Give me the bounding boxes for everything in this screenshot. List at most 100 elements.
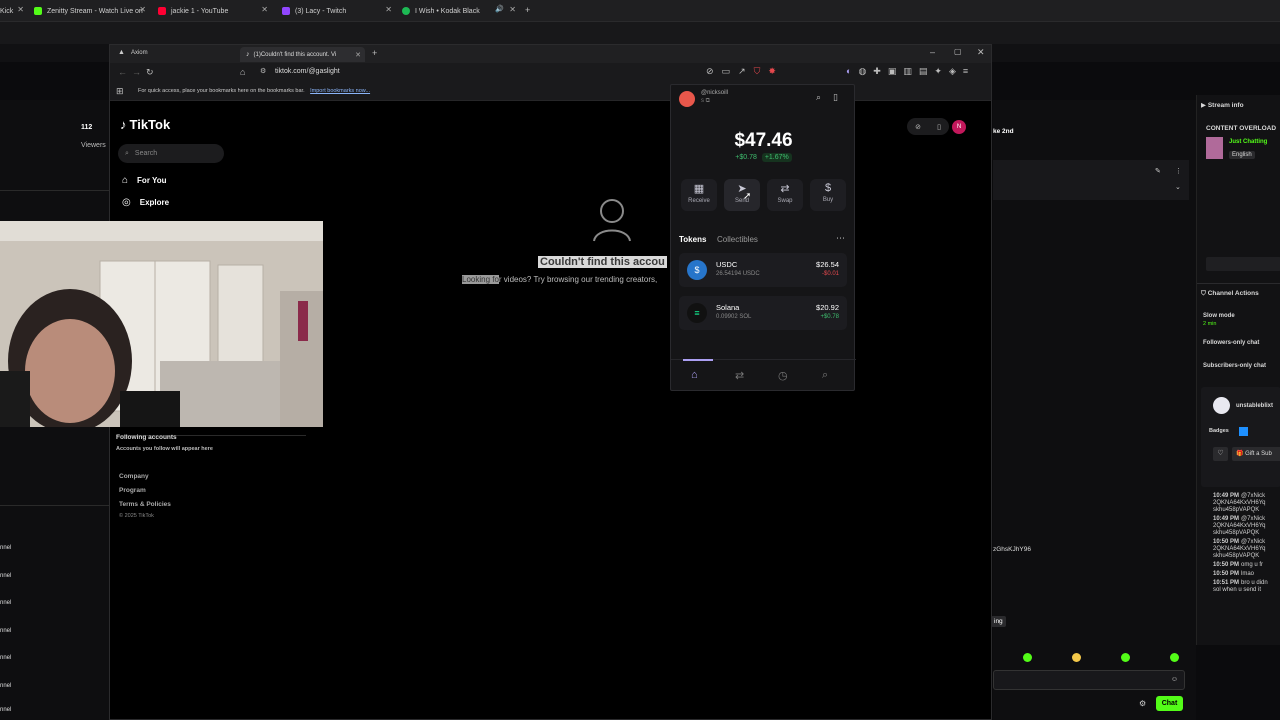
twitch-icon xyxy=(282,7,290,15)
gift-sub-button[interactable]: 🎁 Gift a Sub xyxy=(1232,447,1280,461)
avatar[interactable]: N xyxy=(952,120,966,134)
chat-input[interactable]: ☺ xyxy=(993,670,1185,690)
gear-icon[interactable]: ⚙ xyxy=(1139,699,1146,708)
tab-tiktok[interactable]: ♪ (1)Couldn't find this account. Vi ✕ xyxy=(240,47,365,62)
tab-tokens[interactable]: Tokens xyxy=(679,235,706,244)
outer-tab-twitch[interactable]: (3) Lacy - Twitch ✕ xyxy=(282,3,392,19)
wallet-avatar[interactable] xyxy=(679,91,695,107)
close-icon[interactable]: ✕ xyxy=(17,5,24,14)
search-icon[interactable]: ⌕ xyxy=(816,93,821,102)
media-icon[interactable]: ▣ xyxy=(888,67,897,76)
reload-icon[interactable]: ↻ xyxy=(146,68,154,77)
swap-button[interactable]: ⇄ Swap xyxy=(767,179,803,211)
shield-icon[interactable]: ⛉ xyxy=(754,67,761,76)
close-icon[interactable]: ✕ xyxy=(385,5,392,14)
sidebar-icon[interactable]: ▥ xyxy=(903,67,912,76)
copy-icon[interactable]: s ⧉ xyxy=(701,98,710,105)
emote-icon[interactable] xyxy=(1121,653,1130,662)
site-info-icon[interactable]: ⚙ xyxy=(260,68,266,75)
phantom-icon[interactable]: ◐ xyxy=(846,67,851,76)
close-icon[interactable]: ✕ xyxy=(355,51,361,59)
close-icon[interactable]: ✕ xyxy=(509,5,516,14)
outer-tab-youtube[interactable]: jackie 1 - YouTube ✕ xyxy=(158,3,268,19)
chat-text: sol when u send it xyxy=(1213,587,1262,593)
footer-company[interactable]: Company xyxy=(119,473,149,480)
extension-icon[interactable]: ✸ xyxy=(768,67,776,76)
extension-icon[interactable]: ◍ xyxy=(858,67,866,76)
puzzle-icon[interactable]: ✚ xyxy=(873,67,881,76)
chat-message: 2QKNA64KxVH6Yq xyxy=(1213,523,1280,530)
chevron-down-icon[interactable]: ⌄ xyxy=(1175,183,1181,191)
emote-icon[interactable] xyxy=(1170,653,1179,662)
shield-outline-icon[interactable]: ◈ xyxy=(949,67,956,76)
token-row-solana[interactable]: ≡ Solana 0.09902 SOL $20.92 +$0.78 xyxy=(679,296,847,330)
heart-icon[interactable]: ♡ xyxy=(1213,447,1228,461)
chat-send-button[interactable]: Chat xyxy=(1156,696,1183,711)
pin-icon[interactable]: ✎ xyxy=(1155,167,1161,175)
outer-tab-kick[interactable]: Kick ✕ xyxy=(0,3,24,19)
address-bar[interactable]: tiktok.com/@gaslight xyxy=(275,68,340,75)
footer-program[interactable]: Program xyxy=(119,487,146,494)
import-bookmarks-link[interactable]: Import bookmarks now... xyxy=(310,88,370,94)
compass-icon: ◎ xyxy=(122,197,131,208)
device-icon[interactable]: ▯ xyxy=(937,123,941,131)
home-icon[interactable]: ⌂ xyxy=(691,369,698,381)
input-placeholder[interactable] xyxy=(1206,257,1280,271)
send-button[interactable]: ➤ Send xyxy=(724,179,760,211)
nav-explore[interactable]: ◎ Explore xyxy=(122,197,169,208)
more-icon[interactable]: ⋮ xyxy=(1175,167,1182,175)
outer-tab-spotify[interactable]: I Wish • Kodak Black 🔊 ✕ xyxy=(402,3,516,19)
bookmark-icon[interactable]: ⌂ xyxy=(240,68,245,77)
footer-terms[interactable]: Terms & Policies xyxy=(119,501,171,508)
slow-mode-toggle[interactable]: Slow mode xyxy=(1203,313,1235,319)
emote-icon[interactable] xyxy=(1072,653,1081,662)
wallet-icon[interactable]: ▤ xyxy=(919,67,928,76)
chat-text: omg u fr xyxy=(1241,562,1264,568)
new-tab-icon[interactable]: + xyxy=(372,49,377,58)
more-icon[interactable]: ⋯ xyxy=(836,234,845,243)
menu-icon[interactable]: ≡ xyxy=(963,67,968,76)
outer-tab-zenitty[interactable]: Zenitty Stream - Watch Live on ✕ xyxy=(34,3,146,19)
minimize-icon[interactable]: – xyxy=(930,48,935,57)
back-icon[interactable]: ← xyxy=(118,68,127,77)
speaker-icon[interactable]: 🔊 xyxy=(495,5,504,13)
history-icon[interactable]: ◷ xyxy=(778,369,788,382)
dollar-icon: $ xyxy=(824,182,832,194)
tab-collectibles[interactable]: Collectibles xyxy=(717,235,758,244)
cast-icon[interactable]: ⊘ xyxy=(706,67,714,76)
category-thumbnail[interactable] xyxy=(1206,137,1223,159)
close-icon[interactable]: ✕ xyxy=(261,5,268,14)
search-icon[interactable]: ⌕ xyxy=(822,369,828,382)
chat-timestamp: 10:49 PM xyxy=(1213,516,1240,522)
swap-nav-icon[interactable]: ⇄ xyxy=(735,369,744,382)
subs-only-toggle[interactable]: Subscribers-only chat xyxy=(1203,363,1266,369)
category-link[interactable]: Just Chatting xyxy=(1229,139,1267,145)
sparkle-icon[interactable]: ✦ xyxy=(934,67,942,76)
new-tab-icon[interactable]: + xyxy=(525,6,530,15)
receive-button[interactable]: ▦ Receive xyxy=(681,179,717,211)
apps-grid-icon[interactable]: ⊞ xyxy=(116,87,124,96)
tiktok-logo[interactable]: ♪ TikTok xyxy=(120,117,170,132)
emoji-icon[interactable]: ☺ xyxy=(1171,676,1178,683)
emote-icon[interactable] xyxy=(1023,653,1032,662)
user-avatar[interactable] xyxy=(1213,397,1230,414)
close-window-icon[interactable]: ✕ xyxy=(977,48,985,57)
coin-icon[interactable]: ⊘ xyxy=(915,123,921,131)
followers-only-toggle[interactable]: Followers-only chat xyxy=(1203,340,1259,346)
share-icon[interactable]: ↗ xyxy=(738,67,746,76)
screen-icon[interactable]: ▭ xyxy=(722,67,731,76)
close-icon[interactable]: ✕ xyxy=(139,5,146,14)
buy-button[interactable]: $ Buy xyxy=(810,179,846,211)
expand-icon[interactable]: ▯ xyxy=(833,93,838,102)
balance-change: +$0.78 +1.67% xyxy=(671,153,856,162)
stream-title-fragment: ke 2nd xyxy=(993,128,1014,135)
forward-icon[interactable]: → xyxy=(132,68,141,77)
token-row-usdc[interactable]: $ USDC 26.54194 USDC $26.54 -$0.01 xyxy=(679,253,847,287)
tab-axiom[interactable]: ▲ Axiom xyxy=(118,49,238,56)
nav-for-you[interactable]: ⌂ For You xyxy=(122,175,167,186)
chat-message: skhu458pVAPQK xyxy=(1213,553,1280,560)
user-name[interactable]: unstableblixt xyxy=(1236,403,1273,409)
tiktok-search-input[interactable]: ⌕ Search xyxy=(118,144,224,163)
maximize-icon[interactable]: ▢ xyxy=(954,48,962,56)
wallet-username[interactable]: @nicksoill xyxy=(701,90,728,96)
